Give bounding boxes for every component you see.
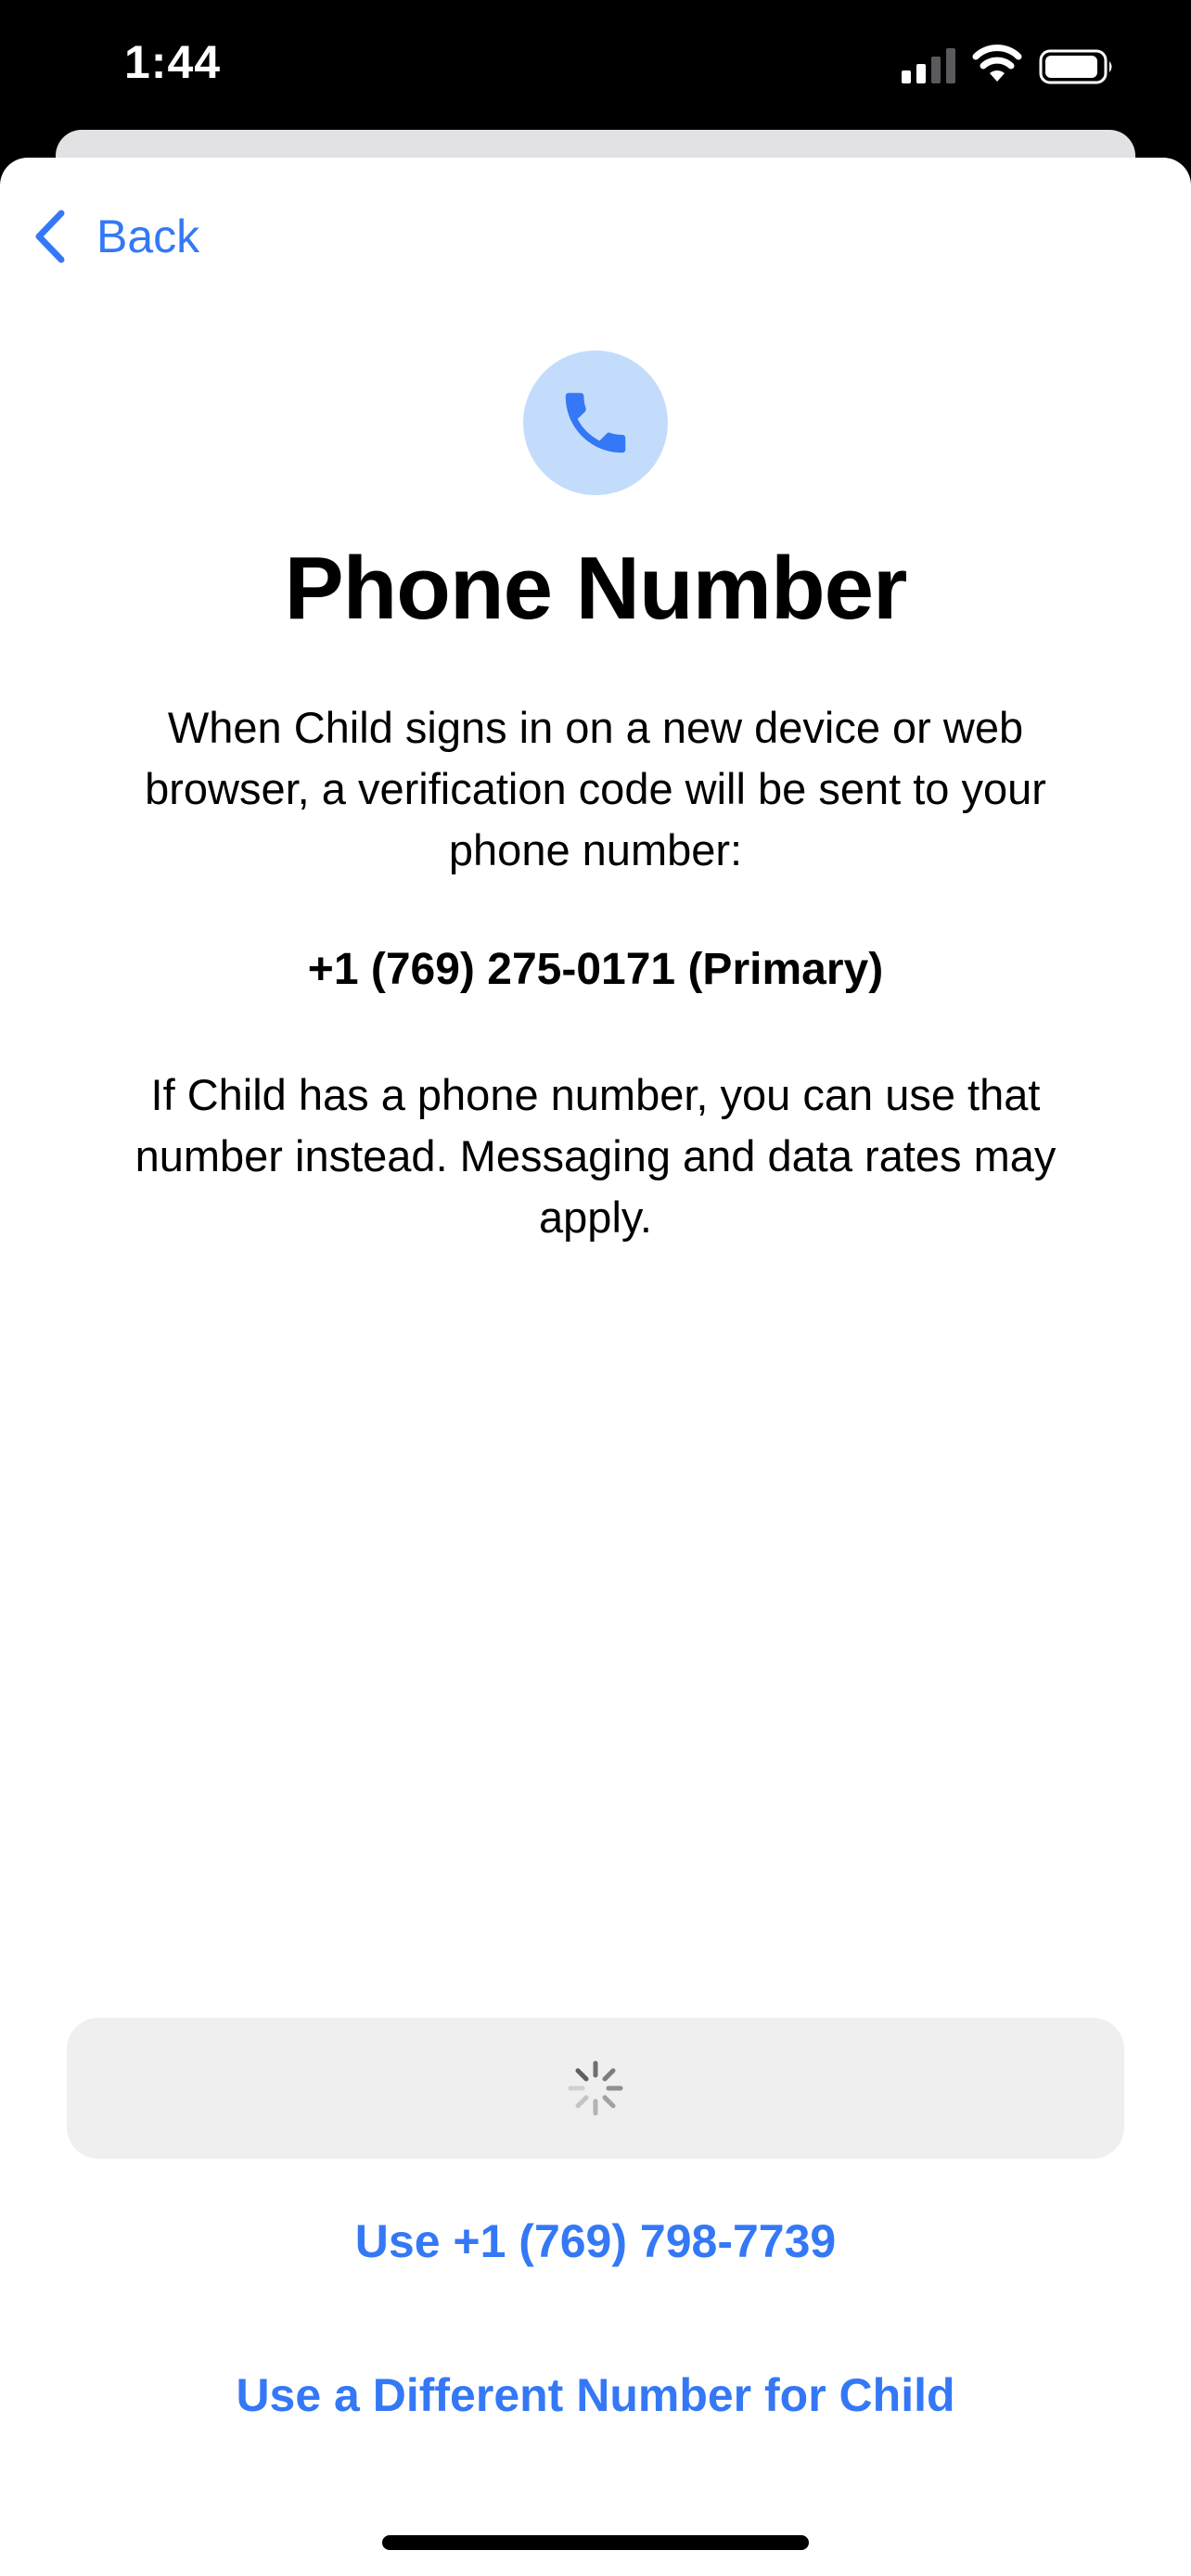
phone-icon-badge xyxy=(523,351,668,495)
continue-button-loading[interactable] xyxy=(67,2018,1124,2159)
battery-icon xyxy=(1039,49,1112,84)
page-title: Phone Number xyxy=(284,539,908,638)
phone-icon xyxy=(565,392,626,453)
description-secondary: If Child has a phone number, you can use… xyxy=(134,1070,1057,1242)
wifi-icon xyxy=(972,45,1022,82)
loading-spinner-icon xyxy=(568,2060,623,2116)
status-time: 1:44 xyxy=(124,36,222,88)
cellular-signal-icon xyxy=(902,48,955,83)
use-different-number-button[interactable]: Use a Different Number for Child xyxy=(0,2368,1191,2422)
home-indicator[interactable] xyxy=(382,2535,809,2550)
description-primary: When Child signs in on a new device or w… xyxy=(145,703,1046,874)
chevron-left-icon xyxy=(35,210,65,263)
modal-sheet xyxy=(0,158,1191,2576)
primary-phone-number: +1 (769) 275-0171 (Primary) xyxy=(307,945,884,994)
back-button[interactable]: Back xyxy=(32,204,199,269)
screen: 1:44 Back Phone Number When Child signs … xyxy=(0,0,1191,2576)
back-label: Back xyxy=(96,210,200,262)
use-other-number-button[interactable]: Use +1 (769) 798-7739 xyxy=(0,2214,1191,2268)
